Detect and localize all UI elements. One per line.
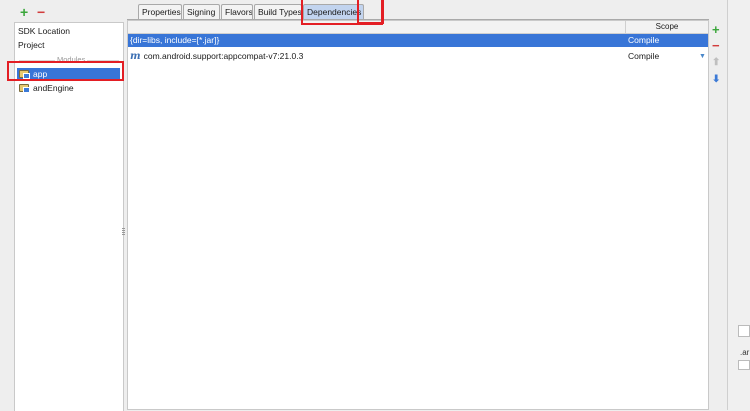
- module-label: andEngine: [33, 83, 74, 93]
- move-down-button[interactable]: ⬇: [712, 75, 720, 85]
- tab-signing[interactable]: Signing: [183, 4, 220, 19]
- dependency-name: {dir=libs, include=[*.jar]}: [130, 35, 220, 45]
- module-label: app: [33, 69, 48, 79]
- splitter-handle[interactable]: [122, 228, 125, 236]
- module-item-andengine[interactable]: andEngine: [17, 82, 120, 95]
- project-structure-sidebar: SDK Location Project Modules app andEngi…: [14, 22, 124, 411]
- dependencies-table: Scope {dir=libs, include=[*.jar]} Compil…: [127, 20, 709, 410]
- table-row[interactable]: {dir=libs, include=[*.jar]} Compile: [128, 34, 708, 47]
- add-dependency-button[interactable]: +: [712, 23, 720, 36]
- dependency-name: m com.android.support:appcompat-v7:21.0.3: [130, 50, 303, 63]
- remove-dependency-button[interactable]: −: [712, 39, 720, 52]
- tab-dependencies[interactable]: Dependencies: [303, 4, 364, 19]
- sidebar-item-project[interactable]: Project: [18, 39, 44, 52]
- tab-build-types[interactable]: Build Types: [254, 4, 302, 19]
- table-row[interactable]: m com.android.support:appcompat-v7:21.0.3…: [128, 50, 708, 63]
- scope-value[interactable]: Compile: [628, 34, 659, 47]
- remove-module-button[interactable]: −: [37, 5, 45, 19]
- dependency-coordinate: com.android.support:appcompat-v7:21.0.3: [143, 51, 304, 61]
- tab-flavors[interactable]: Flavors: [221, 4, 253, 19]
- background-window-text: .ar: [740, 348, 750, 357]
- modules-separator: Modules: [15, 55, 123, 65]
- module-folder-icon: [19, 84, 30, 93]
- module-item-app[interactable]: app: [17, 68, 120, 81]
- tab-properties[interactable]: Properties: [138, 4, 182, 19]
- scope-value[interactable]: Compile: [628, 50, 659, 63]
- column-header-scope[interactable]: Scope: [626, 21, 708, 34]
- background-input: [738, 360, 750, 370]
- column-header-dependency[interactable]: [128, 21, 626, 34]
- chevron-down-icon[interactable]: ▼: [699, 50, 706, 63]
- sidebar-item-sdk-location[interactable]: SDK Location: [18, 25, 70, 38]
- add-module-button[interactable]: +: [20, 5, 28, 19]
- module-folder-icon: [19, 70, 30, 79]
- move-up-button[interactable]: ⬆: [712, 58, 720, 68]
- dependency-toolbar: + − ⬆ ⬇: [709, 20, 726, 410]
- maven-icon: m: [130, 51, 141, 62]
- background-scrollbar: [738, 325, 750, 337]
- modules-header: Modules: [55, 55, 88, 64]
